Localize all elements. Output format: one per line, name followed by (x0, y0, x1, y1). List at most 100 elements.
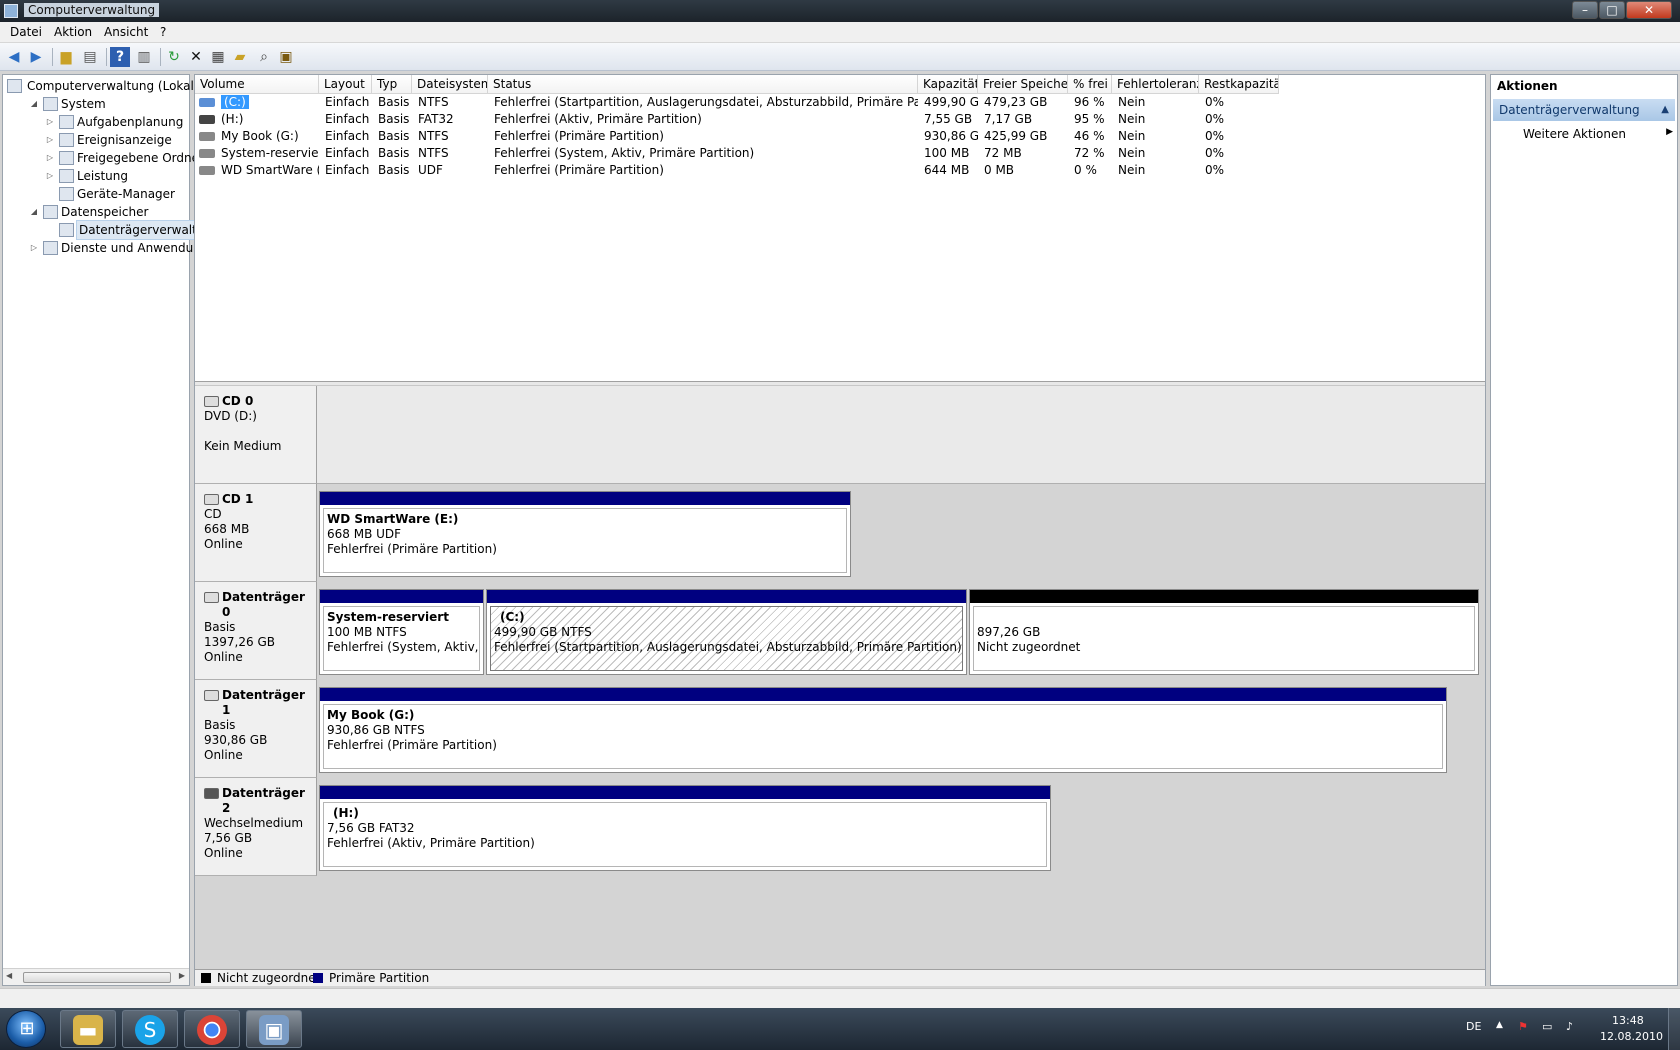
tools-icon (43, 97, 58, 111)
tree-item[interactable]: ▷ Dienste und Anwendungen (3, 239, 223, 257)
back-arrow-icon[interactable]: ◀ (4, 47, 24, 67)
search-icon[interactable]: ⌕ (254, 47, 274, 67)
partition-system-reserviert[interactable]: System-reserviert 100 MB NTFS Fehlerfrei… (319, 589, 484, 675)
column-header[interactable]: Status (488, 75, 918, 94)
column-header[interactable]: Fehlertoleranz (1112, 75, 1199, 94)
tree-expander-icon[interactable]: ◢ (29, 95, 39, 113)
actions-section-header[interactable]: Datenträgerverwaltung ▲ (1493, 99, 1675, 121)
tree-expander-icon[interactable]: ◢ (29, 203, 39, 221)
table-row[interactable]: WD SmartWare (E:) Einfach Basis UDF Fehlerfr… (195, 162, 1485, 179)
show-hidden-icons-icon[interactable]: ▲ (1496, 1020, 1503, 1030)
primary-partition-bar (320, 688, 1446, 701)
table-row[interactable]: (H:) Einfach Basis FAT32 Fehlerfrei (Aktiv, … (195, 111, 1485, 128)
cell-text: 425,99 GB (984, 129, 1048, 143)
cell-text: 96 % (1074, 95, 1105, 109)
tree-expander-icon[interactable]: ▷ (45, 149, 55, 167)
taskbar-computer-management[interactable]: ▣ (246, 1010, 302, 1048)
minimize-button[interactable]: – (1572, 1, 1598, 19)
table-row[interactable]: (C:) Einfach Basis NTFS Fehlerfrei (Startpar… (195, 94, 1485, 111)
partition-status: Nicht zugeordnet (977, 640, 1081, 654)
table-row[interactable]: System-reserviert Einfach Basis NTFS Fehlerf… (195, 145, 1485, 162)
tree-item[interactable]: Geräte-Manager (3, 185, 189, 203)
partition-size: 7,56 GB FAT32 (327, 821, 415, 835)
tree-item[interactable]: ▷ Freigegebene Ordner (3, 149, 204, 167)
open-icon[interactable]: ▰ (230, 47, 250, 67)
tree-item[interactable]: Computerverwaltung (Lokal) (3, 77, 199, 95)
table-cell: My Book (G:) (215, 128, 319, 145)
disk-label-disk0[interactable]: Datenträger 0 Basis 1397,26 GB Online (195, 582, 317, 680)
partition-c[interactable]: (C:) 499,90 GB NTFS Fehlerfrei (Startpar… (486, 589, 967, 675)
column-header[interactable]: Restkapazität (1199, 75, 1279, 94)
network-icon[interactable]: ▭ (1542, 1020, 1552, 1033)
column-header[interactable]: % frei (1068, 75, 1112, 94)
tree-item[interactable]: ▷ Aufgabenplanung (3, 113, 189, 131)
properties-icon[interactable]: ▦ (208, 47, 228, 67)
menu-datei[interactable]: Datei (10, 25, 42, 39)
tree-item[interactable]: ◢ Datenspeicher (3, 203, 189, 221)
clock-date[interactable]: 12.08.2010 (1600, 1030, 1663, 1043)
column-header[interactable]: Dateisystem (412, 75, 488, 94)
show-desktop-button[interactable] (1668, 1008, 1680, 1050)
tree-expander-icon[interactable]: ▷ (29, 239, 39, 257)
partition-my-book[interactable]: My Book (G:) 930,86 GB NTFS Fehlerfrei (… (319, 687, 1447, 773)
menu-ansicht[interactable]: Ansicht (104, 25, 148, 39)
column-header[interactable]: Kapazität (918, 75, 978, 94)
primary-partition-bar (320, 786, 1050, 799)
partition-wd-smartware[interactable]: WD SmartWare (E:) 668 MB UDF Fehlerfrei … (319, 491, 851, 577)
partition-unallocated[interactable]: 897,26 GB Nicht zugeordnet (969, 589, 1479, 675)
tree-item[interactable]: Datenträgerverwaltung (3, 220, 223, 240)
column-header[interactable]: Freier Speicher (978, 75, 1068, 94)
more-actions-item[interactable]: Weitere Aktionen ▶ (1523, 127, 1673, 145)
tree-item[interactable]: ◢ System (3, 95, 189, 113)
taskbar-skype[interactable]: S (122, 1010, 178, 1048)
scroll-right-icon[interactable]: ▶ (179, 971, 185, 980)
maximize-button[interactable]: □ (1599, 1, 1625, 19)
tree-expander-icon[interactable]: ▷ (45, 131, 55, 149)
forward-arrow-icon[interactable]: ▶ (26, 47, 46, 67)
partition-h[interactable]: (H:) 7,56 GB FAT32 Fehlerfrei (Aktiv, Pr… (319, 785, 1051, 871)
menu-aktion[interactable]: Aktion (54, 25, 92, 39)
windows-start-button[interactable]: ⊞ (6, 1010, 46, 1048)
table-cell: (H:) (215, 111, 319, 128)
scroll-left-icon[interactable]: ◀ (6, 971, 12, 980)
column-header[interactable]: Layout (319, 75, 372, 94)
language-indicator[interactable]: DE (1466, 1020, 1481, 1033)
tree-expander-icon[interactable]: ▷ (45, 113, 55, 131)
explorer-icon: ▬ (73, 1015, 103, 1045)
scrollbar-thumb[interactable] (23, 972, 171, 983)
table-cell: Einfach (319, 145, 372, 162)
column-header[interactable]: Volume (195, 75, 319, 94)
disk-name-text: CD 0 (222, 394, 254, 408)
partition-title (977, 610, 1471, 625)
up-folder-icon[interactable]: ▆ (56, 47, 76, 67)
clock-time[interactable]: 13:48 (1612, 1014, 1644, 1027)
close-button[interactable]: ✕ (1626, 1, 1672, 19)
action-center-flag-icon[interactable]: ⚑ (1518, 1020, 1528, 1033)
table-row[interactable]: My Book (G:) Einfach Basis NTFS Fehlerfrei (… (195, 128, 1485, 145)
disk-label-disk1[interactable]: Datenträger 1 Basis 930,86 GB Online (195, 680, 317, 778)
delete-icon[interactable]: ✕ (186, 47, 206, 67)
volume-drive-icon (199, 115, 215, 124)
volume-icon[interactable]: ♪ (1566, 1020, 1573, 1033)
show-hide-tree-icon[interactable]: ▤ (80, 47, 100, 67)
export-icon[interactable]: ▣ (276, 47, 296, 67)
collapse-up-icon[interactable]: ▲ (1661, 104, 1669, 115)
disk-label-cd1[interactable]: CD 1 CD 668 MB Online (195, 484, 317, 582)
help-icon[interactable]: ? (110, 47, 130, 67)
column-header[interactable]: Typ (372, 75, 412, 94)
partition-status: Fehlerfrei (Aktiv, Primäre Partition) (327, 836, 535, 850)
refresh-icon[interactable]: ↻ (164, 47, 184, 67)
tree-expander-icon[interactable]: ▷ (45, 167, 55, 185)
show-hide-action-icon[interactable]: ▥ (134, 47, 154, 67)
table-cell: 0 MB (978, 162, 1068, 179)
taskbar-explorer[interactable]: ▬ (60, 1010, 116, 1048)
tree-item[interactable]: ▷ Ereignisanzeige (3, 131, 189, 149)
disk-label-disk2[interactable]: Datenträger 2 Wechselmedium 7,56 GB Onli… (195, 778, 317, 876)
tree-horizontal-scrollbar[interactable]: ◀ ▶ (3, 968, 189, 985)
disk-type: Basis (204, 718, 236, 732)
tree-item[interactable]: ▷ Leistung (3, 167, 189, 185)
taskbar-chrome[interactable] (184, 1010, 240, 1048)
menu-help[interactable]: ? (160, 25, 166, 39)
cell-text: 0% (1205, 112, 1225, 126)
disk-label-cd0[interactable]: CD 0 DVD (D:) Kein Medium (195, 386, 317, 484)
